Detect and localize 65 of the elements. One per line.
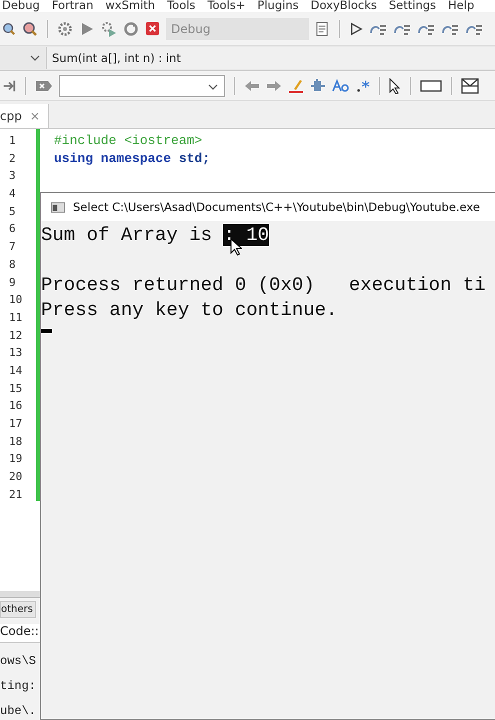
search-combo-field[interactable] — [59, 74, 225, 96]
log-line: ting: — [0, 679, 38, 693]
search-icon[interactable] — [2, 20, 16, 36]
editor-tab[interactable]: cpp × — [0, 104, 49, 128]
panel-tab[interactable]: others — [0, 601, 36, 618]
console-text: Sum of Array is — [41, 224, 214, 246]
pointer-icon[interactable] — [389, 78, 401, 94]
menu-item[interactable]: Tools+ — [207, 0, 246, 11]
line-number: 17 — [8, 416, 24, 432]
code-token: #include <iostream> — [54, 133, 202, 148]
log-line: ows\S — [0, 654, 38, 668]
search-icon[interactable] — [22, 20, 38, 36]
line-number: 16 — [8, 398, 24, 414]
caret-icon[interactable] — [30, 55, 40, 61]
line-number: 3 — [8, 168, 17, 184]
line-number: 19 — [8, 451, 24, 468]
menu-item[interactable]: Plugins — [257, 0, 299, 11]
line-number: 4 — [8, 186, 17, 202]
line-number: 5 — [8, 204, 17, 220]
function-field[interactable]: Sum(int a[], int n) : int — [46, 47, 495, 69]
menu-item[interactable]: Debug — [2, 0, 40, 11]
caret-icon[interactable] — [208, 84, 218, 90]
line-number: 1 — [8, 133, 17, 149]
play-icon[interactable] — [349, 20, 363, 36]
rebuild-icon[interactable] — [123, 20, 139, 36]
menu-item[interactable]: Settings — [388, 0, 436, 11]
log-line: ube\. — [0, 704, 38, 718]
line-number: 12 — [8, 328, 24, 344]
plug-icon[interactable] — [310, 78, 326, 94]
pointer-icon — [230, 238, 242, 256]
line-number: 18 — [8, 434, 24, 450]
line-number: 2 — [8, 150, 17, 167]
code-token: using namespace — [54, 150, 172, 166]
close-icon[interactable]: × — [30, 104, 40, 128]
console-text: Press any key to continue. — [41, 299, 338, 321]
line-number: 9 — [8, 274, 17, 290]
code-token: std; — [178, 150, 210, 166]
console-text: : 10 — [223, 224, 270, 246]
menu-item[interactable]: wxSmith — [105, 0, 156, 11]
menu-item[interactable]: DoxyBlocks — [310, 0, 377, 11]
line-number: 13 — [8, 345, 24, 362]
menu-item[interactable]: Help — [448, 0, 474, 11]
box-icon[interactable] — [461, 78, 479, 94]
match-case-icon[interactable] — [332, 78, 350, 94]
line-number: 14 — [8, 362, 24, 379]
window-title: Select C:\Users\Asad\Documents\C++\Youtube\bin\Debug\Youtube.exe — [73, 200, 480, 214]
menu-item[interactable]: Fortran — [52, 0, 94, 11]
line-number: 8 — [8, 256, 17, 273]
settings-icon[interactable] — [57, 20, 73, 36]
line-number: 7 — [8, 239, 17, 256]
line-number: 21 — [8, 486, 24, 503]
menu-item[interactable]: Tools — [167, 0, 196, 11]
console-icon — [51, 202, 65, 212]
text-cursor — [41, 329, 52, 333]
line-number: 11 — [8, 310, 24, 326]
console-text: Process returned 0 (0x0) execution ti — [41, 274, 486, 296]
line-number: 10 — [8, 292, 24, 308]
rectangle-icon[interactable] — [420, 80, 442, 92]
highlighter-icon[interactable] — [288, 78, 304, 94]
line-number: 20 — [8, 469, 24, 486]
line-number: 15 — [8, 380, 24, 397]
stop-icon[interactable] — [145, 21, 160, 36]
gear-play-icon[interactable] — [101, 20, 117, 36]
document-icon[interactable] — [315, 20, 330, 36]
line-number: 6 — [8, 221, 17, 238]
